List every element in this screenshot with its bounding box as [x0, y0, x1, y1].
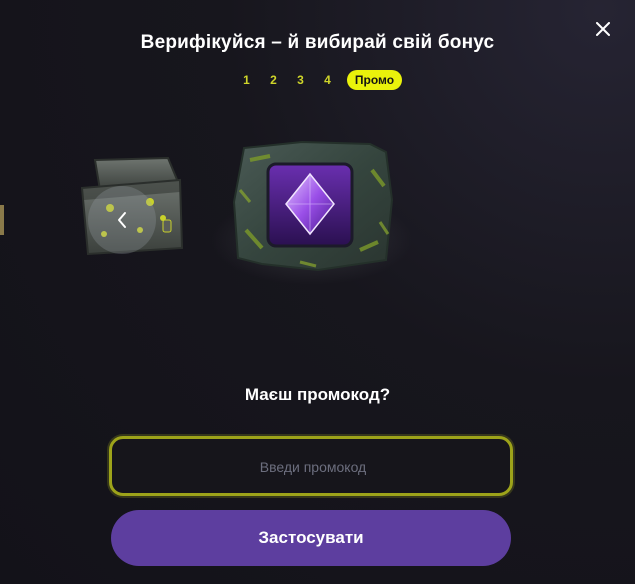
purple-gem-image[interactable] [212, 140, 412, 285]
step-promo[interactable]: Промо [346, 70, 403, 90]
partial-item-left [0, 205, 4, 235]
modal-title: Верифікуйся – й вибирай свій бонус [140, 32, 495, 53]
step-2[interactable]: 2 [260, 73, 287, 87]
step-indicator: 1 2 3 4 Промо [0, 70, 635, 90]
bonus-carousel [0, 130, 635, 290]
step-1[interactable]: 1 [233, 73, 260, 87]
carousel-canvas [0, 140, 412, 285]
promo-input-wrapper [109, 436, 514, 496]
step-3[interactable]: 3 [287, 73, 314, 87]
apply-button[interactable]: Застосувати [111, 510, 511, 566]
promo-code-input[interactable] [112, 439, 514, 495]
bonus-modal: Верифікуйся – й вибирай свій бонус 1 2 3… [0, 0, 635, 584]
promo-heading: Маєш промокод? [244, 385, 391, 404]
step-4[interactable]: 4 [314, 73, 341, 87]
carousel-prev-button[interactable] [88, 186, 156, 254]
